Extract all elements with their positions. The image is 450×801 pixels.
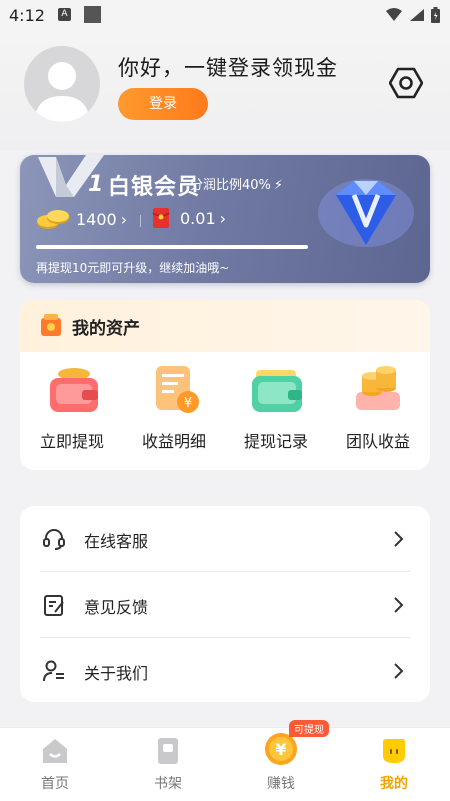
svg-text:¥: ¥	[184, 396, 192, 411]
diamond-icon	[318, 179, 414, 247]
feedback-icon	[44, 595, 64, 616]
vip-ratio-text: 分润比例40%	[190, 178, 271, 193]
notification-a-icon: A	[58, 8, 71, 21]
tab-label: 赚钱	[267, 776, 295, 792]
hexagon-settings-icon	[388, 67, 424, 99]
tab-label: 首页	[41, 776, 69, 792]
chevron-right-icon: ›	[219, 208, 227, 228]
notification-square-icon	[84, 6, 101, 23]
default-avatar-icon	[34, 62, 90, 122]
tab-bookshelf[interactable]: 书架	[128, 728, 208, 801]
red-envelope-icon	[152, 208, 170, 228]
svg-text:¥: ¥	[275, 740, 286, 759]
asset-label: 提现记录	[243, 432, 308, 451]
tab-label: 书架	[154, 776, 182, 792]
chevron-right-icon: ›	[120, 209, 128, 229]
vip-row-divider	[140, 215, 141, 227]
assets-title: 我的资产	[72, 319, 140, 339]
avatar[interactable]	[24, 46, 100, 122]
vip-upgrade-tip: 再提现10元即可升级，继续加油哦~	[36, 261, 230, 275]
vip-progress-bar	[36, 245, 308, 249]
vip-ratio: 分润比例40% ⚡	[190, 174, 283, 193]
login-button[interactable]: 登录	[118, 88, 208, 120]
withdraw-record-icon	[252, 370, 302, 412]
vip-card[interactable]: 1 白银会员 分润比例40% ⚡ 1400 › 0.01 › 再提现10元即可升级…	[20, 155, 430, 283]
lightning-icon: ⚡	[273, 178, 284, 193]
greeting-text: 你好，一键登录领现金	[118, 56, 338, 80]
settings-button[interactable]	[388, 66, 424, 100]
chevron-right-icon	[394, 663, 404, 679]
wifi-icon	[386, 8, 402, 21]
home-icon	[43, 739, 67, 763]
mine-icon	[383, 739, 405, 763]
menu-label: 意见反馈	[84, 598, 149, 617]
status-bar: 4:12 A	[0, 0, 450, 30]
withdrawable-badge: 可提现	[289, 720, 329, 737]
tab-mine[interactable]: 我的	[354, 728, 434, 801]
coin-count: 1400	[76, 209, 117, 229]
bookshelf-icon	[158, 738, 178, 764]
asset-label: 收益明细	[141, 432, 206, 451]
coin-stack-icon	[356, 366, 400, 410]
treasure-bag-icon	[41, 314, 61, 336]
asset-label: 团队收益	[345, 432, 410, 451]
menu-item-customer-service[interactable]: 在线客服	[40, 506, 410, 571]
chevron-right-icon	[394, 597, 404, 613]
tab-label: 我的	[380, 776, 408, 792]
asset-withdraw-record[interactable]: 提现记录	[228, 362, 324, 452]
menu-item-about-us[interactable]: 关于我们	[40, 638, 410, 703]
income-detail-icon: ¥	[156, 366, 199, 413]
headset-icon	[43, 529, 65, 550]
status-time: 4:12	[9, 6, 45, 25]
menu-label: 关于我们	[84, 664, 149, 683]
yuan-coin-icon: ¥	[265, 733, 297, 765]
signal-icon	[410, 9, 424, 21]
menu-card: 在线客服 意见反馈 关于我们	[20, 506, 430, 702]
assets-card: 我的资产 立即提现 ¥ 收益明细 提现记录 团队收益	[20, 300, 430, 470]
cash-amount: 0.01	[180, 208, 216, 228]
tab-earn[interactable]: ¥ 赚钱	[241, 728, 321, 801]
user-info-icon	[43, 660, 64, 682]
battery-icon	[431, 7, 440, 23]
gold-coins-icon	[37, 210, 69, 229]
chevron-right-icon	[394, 531, 404, 547]
bottom-tab-bar: 首页 书架 ¥ 赚钱 我的	[0, 727, 450, 801]
asset-label: 立即提现	[39, 432, 104, 451]
asset-income-detail[interactable]: ¥ 收益明细	[126, 362, 222, 452]
assets-header: 我的资产	[20, 300, 430, 352]
tab-home[interactable]: 首页	[15, 728, 95, 801]
wallet-icon	[50, 368, 98, 412]
menu-item-feedback[interactable]: 意见反馈	[40, 572, 410, 637]
coin-balance[interactable]: 1400 ›	[36, 207, 127, 231]
vip-level-number: 1	[88, 172, 104, 197]
menu-label: 在线客服	[84, 532, 149, 551]
asset-team-income[interactable]: 团队收益	[330, 362, 426, 452]
vip-level-name: 白银会员	[108, 175, 201, 200]
cash-balance[interactable]: 0.01 ›	[152, 207, 226, 229]
asset-withdraw-now[interactable]: 立即提现	[24, 362, 120, 452]
